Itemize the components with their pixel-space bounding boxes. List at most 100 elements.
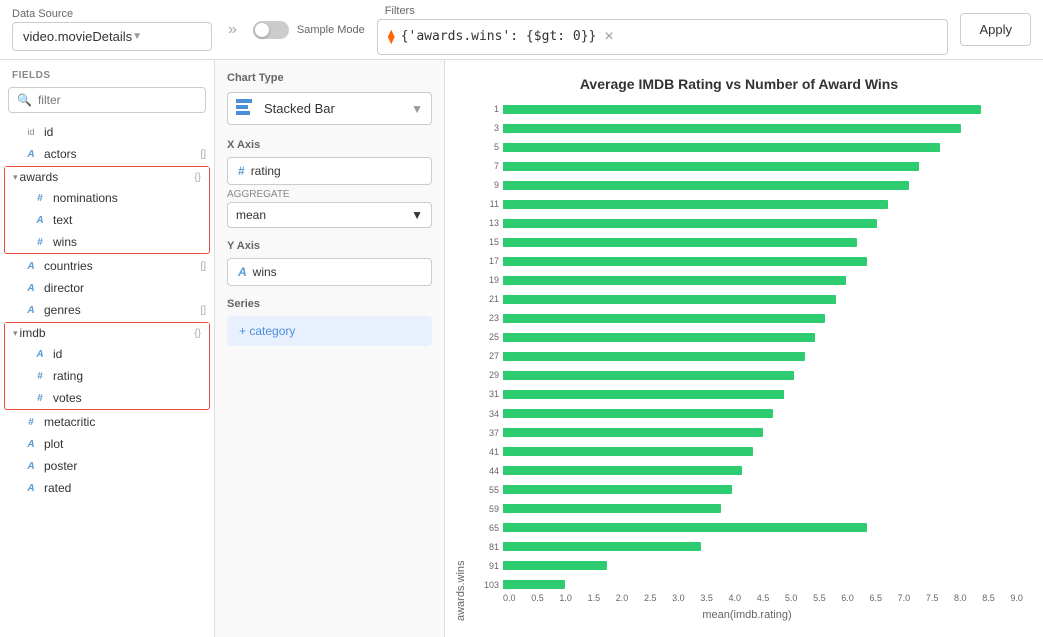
filter-bar[interactable]: ⧫ {'awards.wins': {$gt: 0}} × (377, 19, 949, 55)
field-item-countries[interactable]: A countries [] (0, 255, 214, 277)
actors-bracket: [] (200, 149, 206, 160)
bar-row: 17 (471, 256, 1023, 266)
group-header-awards[interactable]: ▾ awards {} (5, 167, 209, 187)
bar-track (503, 409, 1023, 418)
bar-fill (503, 428, 763, 437)
field-item-poster[interactable]: A poster (0, 455, 214, 477)
type-icon-nominations: # (33, 193, 47, 204)
field-item-imdb-rating[interactable]: # rating (5, 365, 209, 387)
datasource-select[interactable]: video.movieDetails ▼ (12, 22, 212, 51)
bar-track (503, 485, 1023, 494)
type-icon-countries: A (24, 261, 38, 272)
field-label-rated: rated (44, 481, 206, 495)
bar-label: 15 (471, 237, 499, 247)
aggregate-chevron-icon: ▼ (411, 208, 423, 222)
field-item-director[interactable]: A director (0, 277, 214, 299)
bars-area: 1357911131517192123252729313437414455596… (471, 102, 1023, 591)
genres-bracket: [] (200, 305, 206, 316)
bar-row: 25 (471, 332, 1023, 342)
bar-track (503, 181, 1023, 190)
bar-track (503, 352, 1023, 361)
type-icon-plot: A (24, 439, 38, 450)
bar-row: 103 (471, 580, 1023, 590)
chart-type-select[interactable]: Stacked Bar ▼ (227, 92, 432, 125)
bar-row: 44 (471, 466, 1023, 476)
field-label-director: director (44, 281, 206, 295)
bar-row: 65 (471, 523, 1023, 533)
bar-fill (503, 200, 888, 209)
group-label-awards: awards (20, 170, 195, 184)
chart-area: Average IMDB Rating vs Number of Award W… (445, 60, 1043, 637)
chart-type-label: Chart Type (227, 72, 432, 84)
field-item-id[interactable]: id id (0, 121, 214, 143)
bar-track (503, 523, 1023, 532)
chart-container: awards.wins 1357911131517192123252729313… (455, 102, 1023, 621)
bar-label: 27 (471, 351, 499, 361)
bar-label: 19 (471, 275, 499, 285)
sample-mode-toggle[interactable] (253, 21, 289, 39)
bar-fill (503, 181, 909, 190)
field-item-nominations[interactable]: # nominations (5, 187, 209, 209)
bar-track (503, 219, 1023, 228)
x-axis-title: X Axis (227, 139, 432, 151)
fields-header: FIELDS (0, 60, 214, 87)
group-header-imdb[interactable]: ▾ imdb {} (5, 323, 209, 343)
bar-row: 91 (471, 561, 1023, 571)
bar-label: 17 (471, 256, 499, 266)
search-box[interactable]: 🔍 (8, 87, 206, 113)
bar-fill (503, 238, 857, 247)
bar-fill (503, 143, 940, 152)
bar-fill (503, 523, 867, 532)
y-axis-field[interactable]: A wins (227, 258, 432, 286)
type-icon-poster: A (24, 461, 38, 472)
imdb-curly: {} (194, 328, 201, 339)
bar-fill (503, 162, 919, 171)
type-icon-metacritic: # (24, 417, 38, 428)
field-item-wins[interactable]: # wins (5, 231, 209, 253)
bar-label: 3 (471, 123, 499, 133)
y-axis-chart-label: awards.wins (455, 102, 467, 621)
bar-fill (503, 504, 721, 513)
bar-row: 55 (471, 485, 1023, 495)
field-item-imdb-votes[interactable]: # votes (5, 387, 209, 409)
y-axis-type-icon: A (238, 265, 247, 279)
aggregate-value: mean (236, 208, 411, 222)
datasource-value: video.movieDetails (23, 29, 132, 44)
bar-track (503, 447, 1023, 456)
bar-row: 29 (471, 370, 1023, 380)
aggregate-select[interactable]: mean ▼ (227, 202, 432, 228)
field-item-metacritic[interactable]: # metacritic (0, 411, 214, 433)
awards-curly: {} (194, 172, 201, 183)
field-item-rated[interactable]: A rated (0, 477, 214, 499)
arrow-right-icon: » (228, 21, 237, 39)
x-axis-field[interactable]: # rating (227, 157, 432, 185)
bar-fill (503, 390, 784, 399)
bar-label: 91 (471, 561, 499, 571)
type-icon-imdb-id: A (33, 349, 47, 360)
chart-type-value: Stacked Bar (264, 101, 411, 116)
bar-track (503, 333, 1023, 342)
series-add-button[interactable]: + category (227, 316, 432, 346)
field-item-actors[interactable]: A actors [] (0, 143, 214, 165)
bar-label: 31 (471, 389, 499, 399)
field-item-plot[interactable]: A plot (0, 433, 214, 455)
bar-fill (503, 542, 701, 551)
bar-label: 1 (471, 104, 499, 114)
field-label-genres: genres (44, 303, 196, 317)
type-icon-genres: A (24, 305, 38, 316)
bar-track (503, 314, 1023, 323)
field-label-imdb-id: id (53, 347, 201, 361)
bar-row: 41 (471, 447, 1023, 457)
bar-track (503, 200, 1023, 209)
search-input[interactable] (38, 93, 197, 107)
x-axis-labels: 0.0 0.5 1.0 1.5 2.0 2.5 3.0 3.5 4.0 4.5 … (503, 591, 1023, 605)
bar-fill (503, 124, 961, 133)
bar-label: 103 (471, 580, 499, 590)
apply-button[interactable]: Apply (960, 13, 1031, 46)
field-item-imdb-id[interactable]: A id (5, 343, 209, 365)
chart-title: Average IMDB Rating vs Number of Award W… (455, 76, 1023, 92)
bar-track (503, 542, 1023, 551)
filter-clear-icon[interactable]: × (604, 28, 613, 46)
field-item-text[interactable]: A text (5, 209, 209, 231)
field-item-genres[interactable]: A genres [] (0, 299, 214, 321)
